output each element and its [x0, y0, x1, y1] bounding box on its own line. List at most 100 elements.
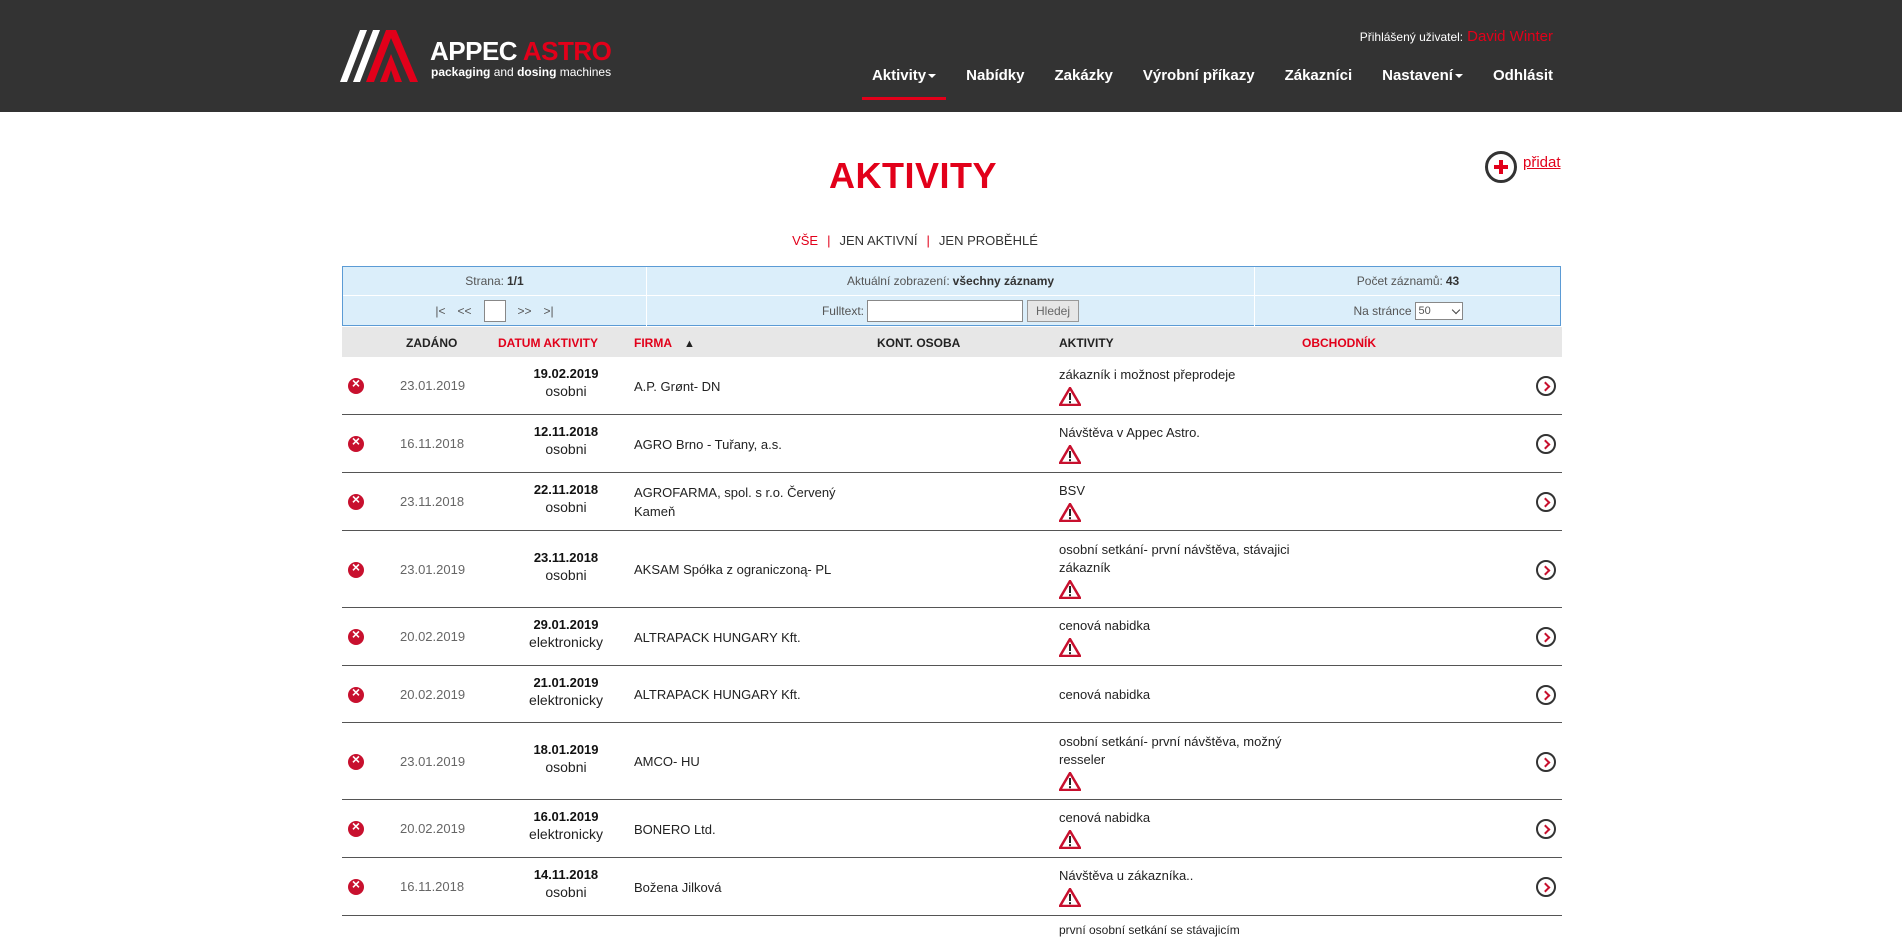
view-info: Aktuální zobrazení: všechny záznamy: [647, 267, 1255, 295]
nav-zakazky[interactable]: Zakázky: [1055, 64, 1113, 94]
tagline-and: and: [493, 65, 514, 79]
add-button[interactable]: přidat: [1485, 151, 1561, 183]
filter-active-only[interactable]: JEN AKTIVNÍ: [840, 233, 918, 248]
table-row: 20.02.201929.01.2019elektronickyALTRAPAC…: [342, 608, 1562, 666]
col-firma[interactable]: FIRMA ▲: [634, 336, 695, 350]
warning-icon: [1058, 637, 1150, 662]
logo-tagline: packaging and dosing machines: [431, 65, 611, 79]
firma-line: A.P. Grønt- DN: [634, 378, 721, 394]
cell-aktivity: cenová nabidka: [1058, 617, 1151, 662]
delete-icon[interactable]: [348, 559, 364, 578]
aktivita-line: první osobní setkání se stávajicím: [1059, 923, 1240, 937]
table-header: ZADÁNO DATUM AKTIVITY FIRMA ▲ KONT. OSOBA…: [342, 327, 1562, 357]
delete-icon[interactable]: [348, 684, 364, 703]
appec-astro-logo[interactable]: APPEC ASTRO packaging and dosing machine…: [340, 28, 612, 84]
cell-datum: 23.11.2018 osobni: [486, 550, 646, 583]
delete-icon[interactable]: [348, 491, 364, 510]
cell-datum: 29.01.2019 elektronicky: [486, 617, 646, 650]
page-number-input[interactable]: [483, 300, 506, 322]
logged-user-name[interactable]: David Winter: [1467, 28, 1553, 45]
per-page-value: 50: [1418, 305, 1431, 317]
open-detail-icon[interactable]: [1536, 877, 1556, 897]
fulltext-label: Fulltext:: [821, 304, 864, 318]
aktivita-line: BSV: [1059, 483, 1086, 498]
cell-datum: 19.02.2019 osobni: [486, 366, 646, 399]
warning-icon: [1058, 829, 1150, 854]
aktivita-line: cenová nabidka: [1059, 618, 1151, 633]
open-detail-icon[interactable]: [1536, 434, 1556, 454]
cell-firma: AGRO Brno - Tuřany, a.s.: [634, 435, 782, 454]
next-page-button[interactable]: >>: [518, 304, 532, 318]
logo-wordmark: APPEC ASTRO: [430, 36, 612, 67]
caret-down-icon: [1454, 74, 1463, 79]
cell-datum: 22.11.2018 osobni: [486, 482, 646, 515]
cell-aktivity: osobní setkání- první návštěva, stávajic…: [1058, 541, 1290, 604]
cell-aktivity: osobní setkání- první návštěva, možný res…: [1058, 733, 1282, 796]
nav-nastaveni[interactable]: Nastavení: [1382, 64, 1463, 94]
cell-firma: AGROFARMA, spol. s r.o. Červený Kameň: [634, 483, 836, 521]
aktivita-line: Návštěva v Appec Astro.: [1059, 425, 1200, 440]
plus-circle-icon: [1485, 151, 1517, 183]
nav-odhlasit[interactable]: Odhlásit: [1493, 64, 1553, 94]
filter-separator: |: [827, 233, 831, 248]
open-detail-icon[interactable]: [1536, 627, 1556, 647]
col-kont-osoba: KONT. OSOBA: [877, 336, 961, 350]
fulltext-input[interactable]: [866, 300, 1023, 322]
delete-icon[interactable]: [348, 375, 364, 394]
nav-odhlasit-label: Odhlásit: [1492, 67, 1553, 84]
open-detail-icon[interactable]: [1536, 492, 1556, 512]
nav-aktivity[interactable]: Aktivity: [861, 64, 947, 100]
first-page-button[interactable]: |<: [435, 304, 445, 318]
open-detail-icon[interactable]: [1536, 819, 1556, 839]
table-row: 23.01.201919.02.2019osobniA.P. Grønt- DN…: [342, 357, 1562, 415]
last-page-button[interactable]: >|: [544, 304, 554, 318]
cell-aktivity: zákazník i možnost přeprodeje: [1058, 366, 1235, 411]
add-button-label: přidat: [1523, 153, 1561, 171]
delete-icon[interactable]: [348, 876, 364, 895]
open-detail-icon[interactable]: [1536, 559, 1556, 580]
open-detail-icon[interactable]: [1536, 751, 1556, 772]
table-row: 23.11.201822.11.2018osobniAGROFARMA, spo…: [342, 473, 1562, 531]
prev-page-button[interactable]: <<: [457, 304, 471, 318]
delete-icon[interactable]: [348, 433, 364, 452]
firma-line: ALTRAPACK HUNGARY Kft.: [634, 629, 801, 645]
activity-date: 29.01.2019: [533, 617, 599, 632]
nav-nabidky[interactable]: Nabídky: [966, 64, 1024, 94]
logo-word-astro: ASTRO: [522, 36, 612, 66]
caret-down-icon: [928, 74, 937, 79]
per-page-select[interactable]: 50: [1414, 302, 1463, 320]
aktivita-line: cenová nabidka: [1059, 686, 1151, 702]
open-detail-icon[interactable]: [1536, 684, 1556, 705]
logo-word-appec: APPEC: [430, 36, 518, 66]
view-value: všechny záznamy: [952, 274, 1055, 288]
open-detail-icon[interactable]: [1536, 376, 1556, 396]
cell-datum: 18.01.2019 osobni: [486, 742, 646, 775]
firma-line: AGROFARMA, spol. s r.o. Červený: [634, 485, 836, 500]
col-aktivity: AKTIVITY: [1059, 336, 1114, 350]
cell-firma: A.P. Grønt- DN: [634, 377, 720, 396]
warning-icon: [1058, 386, 1235, 411]
filter-past-only[interactable]: JEN PROBĚHLÉ: [939, 233, 1038, 248]
table-row: 20.02.201921.01.2019elektronickyALTRAPAC…: [342, 666, 1562, 723]
nav-vyrobni-prikazy[interactable]: Výrobní příkazy: [1143, 64, 1255, 94]
delete-icon[interactable]: [348, 626, 364, 645]
filter-separator: |: [926, 233, 930, 248]
delete-icon[interactable]: [348, 818, 364, 837]
search-button[interactable]: Hledej: [1026, 300, 1080, 322]
tagline-packaging: packaging: [431, 65, 491, 79]
cell-firma: ALTRAPACK HUNGARY Kft.: [634, 685, 801, 704]
tagline-dosing: dosing: [517, 65, 557, 79]
page-navigation: |< << >> >|: [343, 296, 647, 326]
col-zadano: ZADÁNO: [406, 336, 458, 350]
col-obchodnik[interactable]: OBCHODNÍK: [1302, 336, 1376, 350]
delete-icon[interactable]: [348, 751, 364, 770]
aktivita-line: resseler: [1059, 751, 1106, 767]
activity-date: 12.11.2018: [533, 424, 599, 439]
filter-all[interactable]: VŠE: [792, 233, 818, 248]
nav-zakaznici[interactable]: Zákazníci: [1285, 64, 1353, 94]
page-value: 1/1: [507, 274, 524, 288]
firma-line: Božena Jilková: [634, 879, 722, 895]
per-page: Na stránce 50: [1255, 296, 1561, 326]
warning-icon: [1058, 502, 1085, 527]
col-datum-aktivity[interactable]: DATUM AKTIVITY: [498, 336, 598, 350]
